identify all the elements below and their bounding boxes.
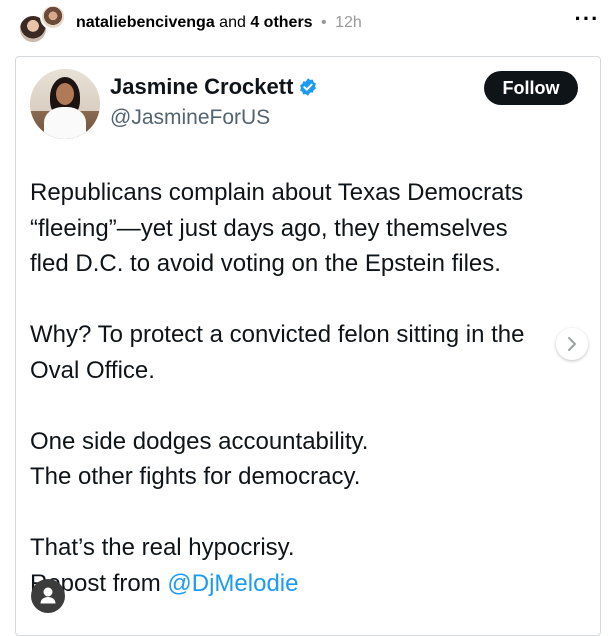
tweet-paragraph: Republicans complain about Texas Democra… (30, 179, 524, 277)
tweet-author-handle: @JasmineForUS (110, 106, 271, 129)
tweet-screenshot-card: Jasmine Crockett @JasmineForUS Follow Re… (15, 56, 601, 636)
tweet-paragraph: Why? To protect a convicted felon sittin… (30, 321, 525, 384)
tweet-paragraph: One side dodges accountability. The othe… (30, 427, 369, 491)
tweet-author-name-line: Jasmine Crockett (110, 73, 318, 101)
others-link[interactable]: 4 others (250, 14, 312, 31)
tweet-paragraph: That’s the real hypocrisy. Repost from @… (30, 534, 299, 597)
profile-picture (30, 69, 100, 139)
chevron-right-icon (568, 337, 576, 351)
and-text: and (219, 14, 246, 31)
author-username[interactable]: nataliebencivenga (76, 14, 215, 31)
repost-mention-link: @DjMelodie (167, 569, 299, 597)
tweet-text: Republicans complain about Texas Democra… (30, 175, 590, 601)
avatar[interactable] (40, 4, 66, 30)
more-options-button[interactable]: ··· (570, 8, 604, 36)
tweet-author-name: Jasmine Crockett (110, 74, 294, 99)
follow-button: Follow (484, 71, 578, 105)
collaborator-avatars[interactable] (14, 4, 66, 44)
post-time[interactable]: 12h (335, 14, 362, 31)
user-tag-icon (40, 587, 56, 604)
post-author-line: nataliebencivenga and 4 others • 12h (76, 13, 362, 33)
verified-badge-icon (300, 78, 317, 96)
separator-dot: • (321, 14, 327, 31)
next-slide-button[interactable] (556, 328, 588, 360)
user-tags-button[interactable] (31, 579, 65, 613)
post-header: nataliebencivenga and 4 others • 12h ··· (0, 0, 613, 48)
